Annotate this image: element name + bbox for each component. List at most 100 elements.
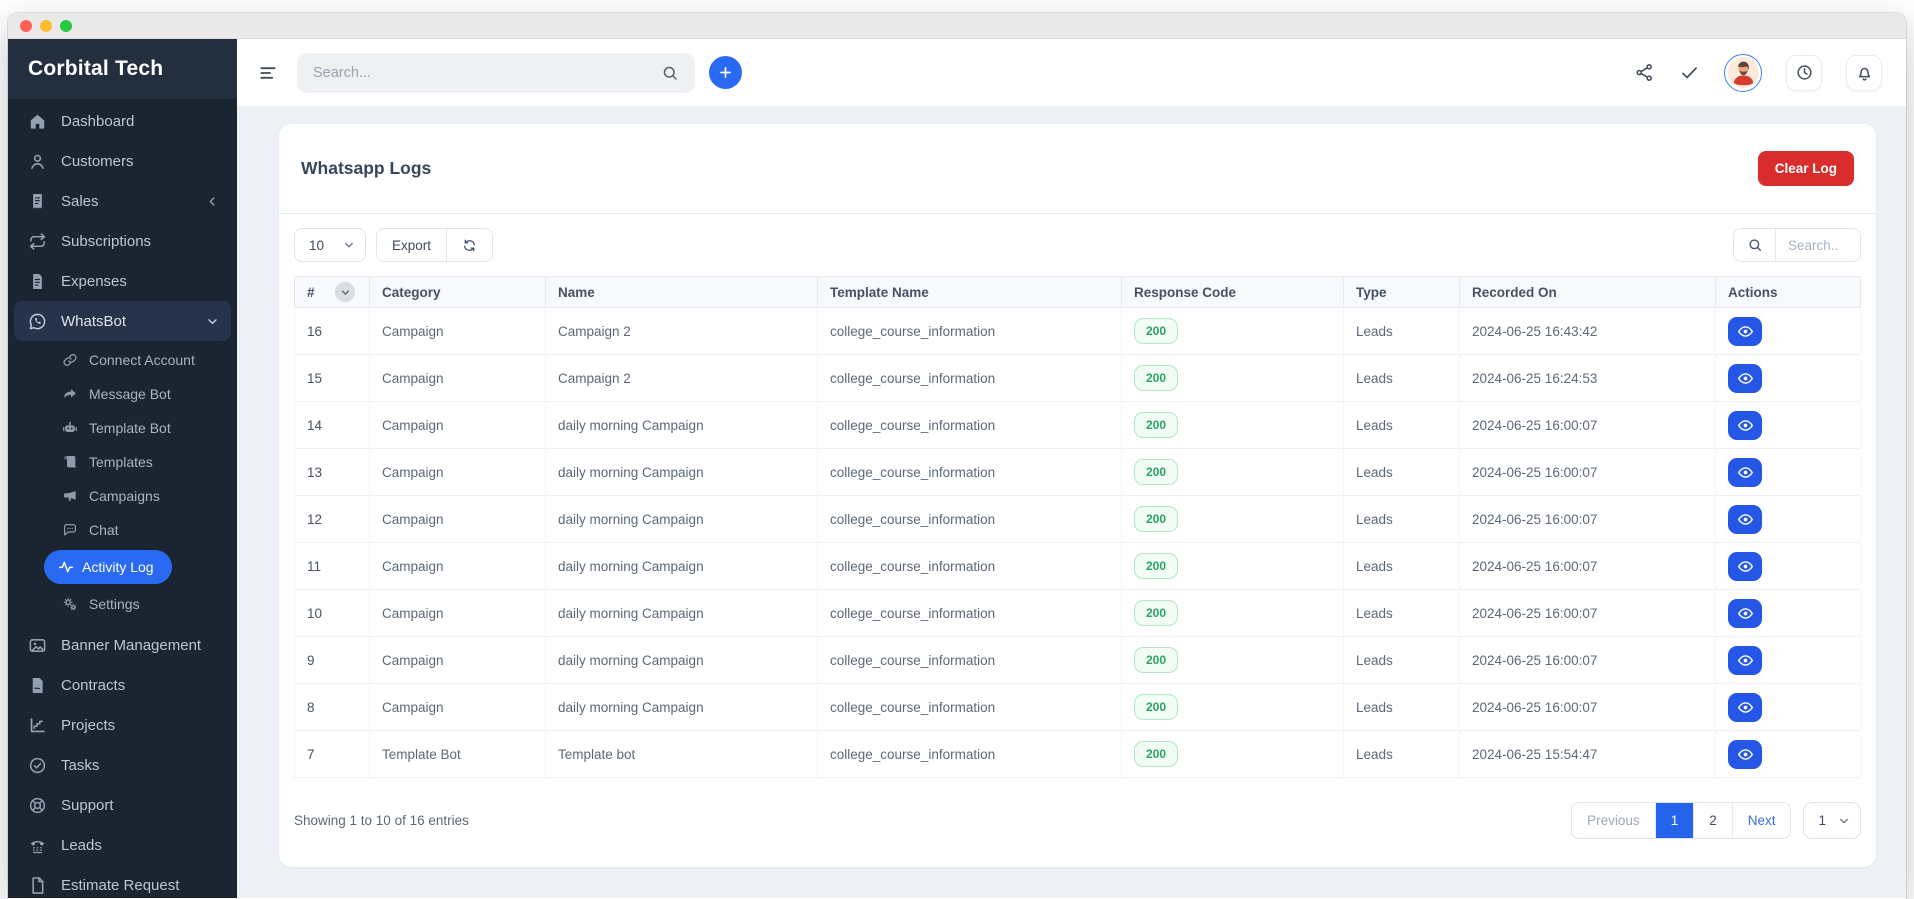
table-row: 9 Campaign daily morning Campaign college_c… (294, 636, 1861, 684)
cell-type: Leads (1343, 354, 1460, 402)
view-button[interactable] (1728, 410, 1762, 440)
whatsapp-icon (28, 312, 47, 331)
cell-type: Leads (1343, 307, 1460, 355)
cell-response-code: 200 (1121, 683, 1344, 731)
clear-log-button[interactable]: Clear Log (1757, 151, 1854, 186)
minimize-button[interactable] (40, 19, 52, 32)
sidebar-nav: Dashboard Customers Sales Subscriptions Expe… (8, 99, 237, 898)
export-button[interactable]: Export (377, 229, 447, 261)
sidebar-item-banner-management[interactable]: Banner Management (8, 625, 237, 665)
table-search-input[interactable] (1776, 229, 1860, 261)
cell-category: Campaign (369, 683, 546, 731)
page-jump-select[interactable]: 1 (1803, 802, 1861, 839)
notifications-button[interactable] (1846, 54, 1882, 91)
column-header-type: Type (1343, 276, 1460, 308)
sidebar-item-contracts[interactable]: Contracts (8, 665, 237, 705)
app-window: Corbital Tech Dashboard Customers Sales Sub… (8, 13, 1906, 899)
eye-icon (1737, 464, 1754, 481)
sidebar-item-estimate-request[interactable]: Estimate Request (8, 865, 237, 898)
cell-type: Leads (1343, 589, 1460, 637)
sidebar-subitem-message-bot[interactable]: Message Bot (8, 377, 237, 411)
view-button[interactable] (1728, 739, 1762, 769)
sidebar-item-dashboard[interactable]: Dashboard (8, 101, 237, 141)
close-button[interactable] (20, 19, 32, 32)
cell-id: 7 (294, 730, 370, 778)
add-button[interactable] (709, 56, 742, 89)
sidebar-item-sales[interactable]: Sales (8, 181, 237, 221)
sidebar-subitem-template-bot[interactable]: Template Bot (8, 411, 237, 445)
cell-recorded-on: 2024-06-25 16:43:42 (1459, 307, 1716, 355)
cell-id: 16 (294, 307, 370, 355)
sidebar-item-label: Support (61, 796, 114, 814)
pagination-page-1[interactable]: 1 (1654, 803, 1694, 838)
hamburger-icon (258, 63, 278, 83)
refresh-button[interactable] (446, 229, 493, 261)
view-button[interactable] (1728, 645, 1762, 675)
check-icon[interactable] (1679, 62, 1700, 83)
response-code-badge: 200 (1134, 365, 1179, 391)
cell-recorded-on: 2024-06-25 16:24:53 (1459, 354, 1716, 402)
table-search-button[interactable] (1734, 229, 1776, 261)
view-button[interactable] (1728, 363, 1762, 393)
cell-recorded-on: 2024-06-25 16:00:07 (1459, 589, 1716, 637)
cell-recorded-on: 2024-06-25 16:00:07 (1459, 495, 1716, 543)
page-size-select[interactable]: 10 (294, 228, 366, 262)
table-controls: 10 Export (279, 214, 1876, 276)
view-button[interactable] (1728, 598, 1762, 628)
sidebar-item-label: Projects (61, 716, 116, 734)
plus-icon (717, 64, 734, 81)
sidebar-subitem-activity-log[interactable]: Activity Log (44, 550, 172, 584)
sidebar-subitem-label: Campaigns (89, 488, 160, 504)
cell-response-code: 200 (1121, 307, 1344, 355)
history-button[interactable] (1786, 54, 1822, 91)
view-button[interactable] (1728, 692, 1762, 722)
column-sort-button[interactable] (335, 282, 355, 302)
view-button[interactable] (1728, 551, 1762, 581)
cell-name: daily morning Campaign (545, 589, 818, 637)
sidebar-item-subscriptions[interactable]: Subscriptions (8, 221, 237, 261)
sidebar-subitem-connect-account[interactable]: Connect Account (8, 343, 237, 377)
zoom-button[interactable] (60, 19, 72, 32)
sidebar-subitem-label: Chat (89, 522, 119, 538)
cell-name: daily morning Campaign (545, 542, 818, 590)
cell-template-name: college_course_information (817, 730, 1122, 778)
pagination-next[interactable]: Next (1731, 803, 1791, 838)
sidebar-item-leads[interactable]: Leads (8, 825, 237, 865)
sidebar-item-label: Estimate Request (61, 876, 180, 894)
sidebar-subitem-chat[interactable]: Chat (8, 513, 237, 547)
global-search-input[interactable] (313, 64, 651, 81)
image-icon (28, 636, 47, 655)
column-header-num: # (294, 276, 370, 308)
view-button[interactable] (1728, 457, 1762, 487)
sidebar-subitem-templates[interactable]: Templates (8, 445, 237, 479)
response-code-badge: 200 (1134, 647, 1179, 673)
sidebar-item-support[interactable]: Support (8, 785, 237, 825)
sidebar-item-label: Expenses (61, 272, 127, 290)
cell-template-name: college_course_information (817, 307, 1122, 355)
cell-type: Leads (1343, 401, 1460, 449)
share-icon[interactable] (1634, 62, 1655, 83)
pagination-previous[interactable]: Previous (1572, 803, 1655, 838)
sidebar-item-projects[interactable]: Projects (8, 705, 237, 745)
cell-recorded-on: 2024-06-25 16:00:07 (1459, 542, 1716, 590)
cell-id: 13 (294, 448, 370, 496)
sidebar-item-whatsbot[interactable]: WhatsBot (14, 301, 231, 341)
sidebar-item-customers[interactable]: Customers (8, 141, 237, 181)
sidebar-subitem-campaigns[interactable]: Campaigns (8, 479, 237, 513)
table-row: 13 Campaign daily morning Campaign college_… (294, 448, 1861, 496)
sidebar-item-expenses[interactable]: Expenses (8, 261, 237, 301)
pagination-page-2[interactable]: 2 (1693, 803, 1732, 838)
user-avatar[interactable] (1724, 53, 1762, 92)
view-button[interactable] (1728, 316, 1762, 346)
column-header-name: Name (545, 276, 818, 308)
cell-actions (1715, 683, 1861, 731)
view-button[interactable] (1728, 504, 1762, 534)
cell-type: Leads (1343, 636, 1460, 684)
menu-toggle-button[interactable] (253, 58, 283, 88)
cell-response-code: 200 (1121, 636, 1344, 684)
response-code-badge: 200 (1134, 741, 1179, 767)
chevron-down-icon (343, 239, 355, 251)
sidebar-item-tasks[interactable]: Tasks (8, 745, 237, 785)
sidebar-subitem-settings[interactable]: Settings (8, 587, 237, 621)
eye-icon (1737, 605, 1754, 622)
